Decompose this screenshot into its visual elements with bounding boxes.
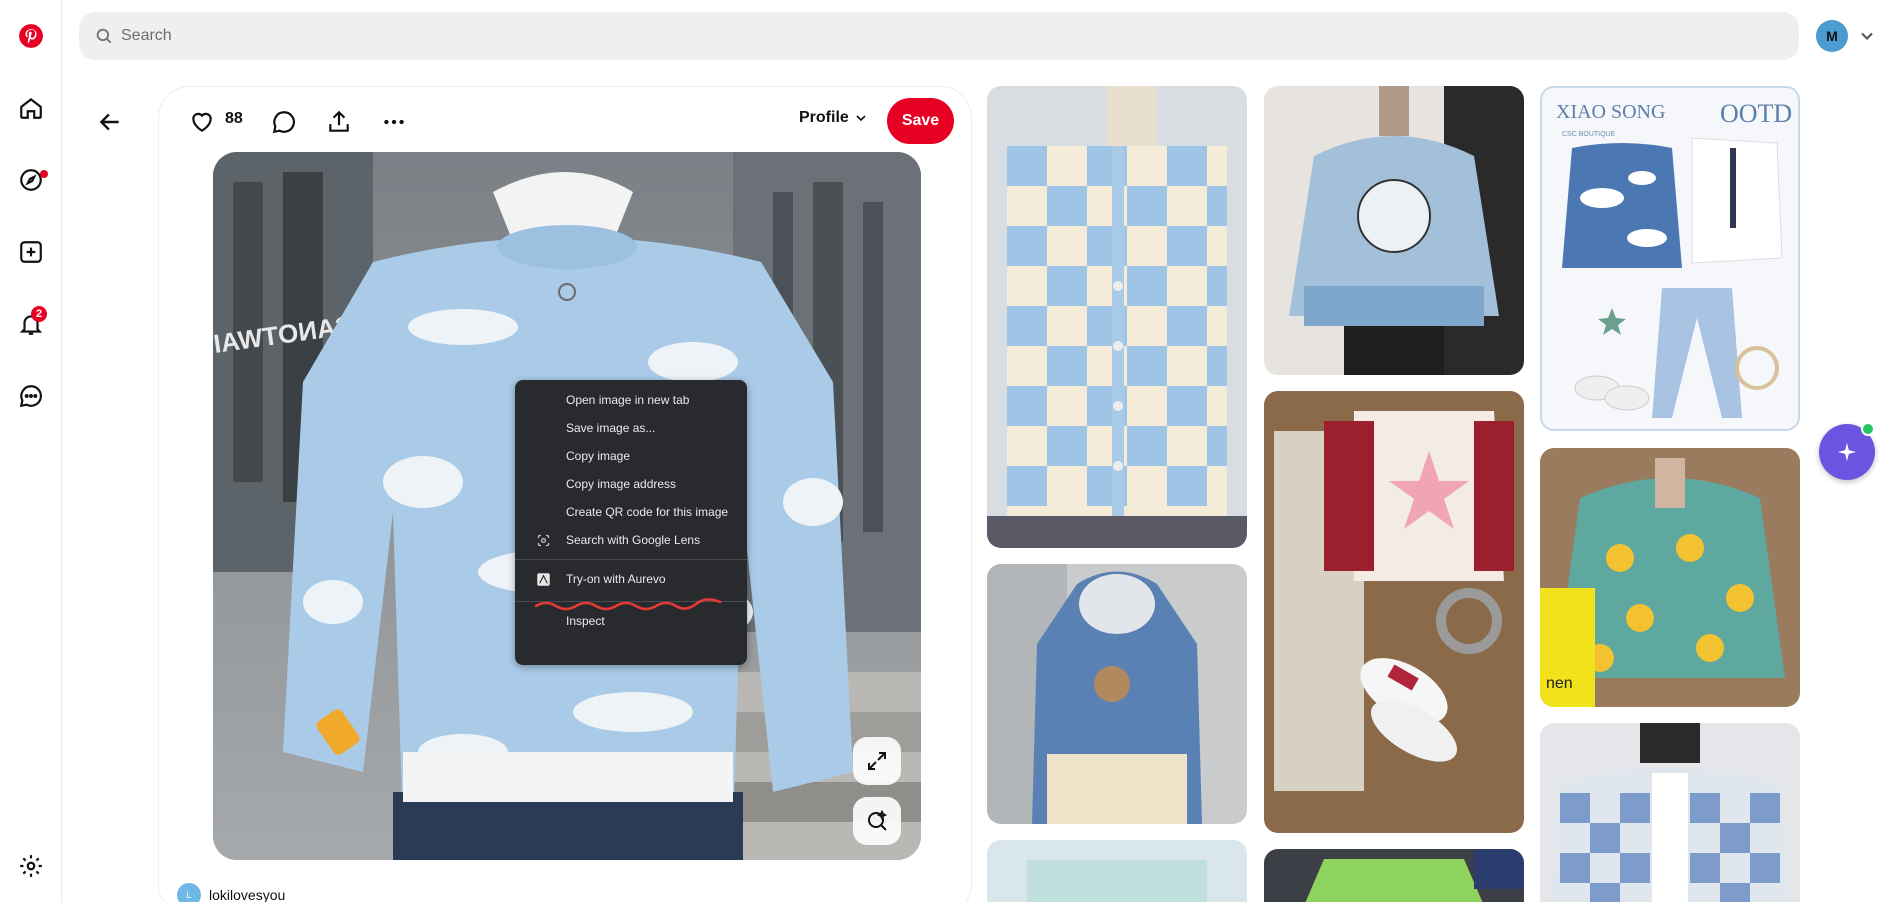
ootd-brand-note: CSC BOUTIQUE bbox=[1562, 131, 1616, 138]
bear-sweater-image bbox=[1264, 86, 1524, 375]
user-avatar[interactable]: M bbox=[1816, 20, 1848, 52]
bag-print-text: nen bbox=[1546, 675, 1573, 692]
left-nav-rail: 2 bbox=[0, 0, 62, 902]
checkered-cardigan-image bbox=[987, 86, 1247, 548]
menu-item-label: Copy image bbox=[566, 449, 631, 463]
flower-sweater-image: nen bbox=[1540, 448, 1800, 707]
pastel-hoodie-image bbox=[987, 840, 1247, 902]
menu-item-label: Save image as... bbox=[566, 421, 656, 435]
menu-item-save-image-as[interactable]: Save image as... bbox=[515, 414, 747, 442]
google-lens-icon bbox=[537, 534, 550, 547]
related-pin-flower-sweater[interactable]: nen bbox=[1540, 448, 1800, 707]
like-count: 88 bbox=[225, 110, 243, 127]
menu-item-inspect[interactable]: Inspect bbox=[515, 607, 747, 635]
home-icon[interactable] bbox=[11, 88, 51, 128]
green-tee-image bbox=[1264, 849, 1524, 902]
pinterest-logo-icon[interactable] bbox=[11, 16, 51, 56]
share-upload-icon[interactable] bbox=[322, 105, 356, 139]
pinterest-pin-page: 2 M 88 bbox=[0, 0, 1901, 902]
menu-separator bbox=[515, 559, 747, 560]
search-input[interactable] bbox=[121, 27, 1721, 45]
notifications-bell-icon[interactable]: 2 bbox=[11, 304, 51, 344]
menu-item-open-image-new-tab[interactable]: Open image in new tab bbox=[515, 386, 747, 414]
related-pin-green-tee[interactable] bbox=[1264, 849, 1524, 902]
back-arrow-icon[interactable] bbox=[93, 105, 127, 139]
related-pin-outfit-flatlay[interactable] bbox=[1264, 391, 1524, 833]
visual-search-lens-icon[interactable] bbox=[853, 797, 901, 845]
author-name[interactable]: lokilovesyou bbox=[209, 887, 285, 902]
ootd-tag-text: OOTD bbox=[1720, 99, 1792, 128]
menu-item-copy-image[interactable]: Copy image bbox=[515, 442, 747, 470]
related-pin-checkered-cardigan[interactable] bbox=[987, 86, 1247, 548]
related-pin-pastel-hoodie[interactable] bbox=[987, 840, 1247, 902]
board-selector-dropdown[interactable]: Profile bbox=[799, 109, 869, 127]
related-pin-checker-cardigan-2[interactable] bbox=[1540, 723, 1800, 902]
notifications-count-badge: 2 bbox=[31, 306, 47, 322]
menu-item-try-on-aurevo[interactable]: Try-on with Aurevo bbox=[515, 565, 747, 593]
menu-item-label: Inspect bbox=[566, 614, 605, 628]
related-pin-blue-hoodie[interactable] bbox=[987, 564, 1247, 824]
related-pin-bear-sweater[interactable] bbox=[1264, 86, 1524, 375]
menu-item-label: Open image in new tab bbox=[566, 393, 690, 407]
online-status-dot bbox=[1861, 422, 1875, 436]
ootd-title-text: XIAO SONG bbox=[1556, 101, 1665, 123]
blue-hoodie-image bbox=[987, 564, 1247, 824]
menu-item-label: Try-on with Aurevo bbox=[566, 572, 666, 586]
menu-item-label: Search with Google Lens bbox=[566, 533, 701, 547]
heart-like-icon[interactable] bbox=[185, 105, 219, 139]
ootd-collage-image: XIAO SONG OOTD CSC BOUTIQUE bbox=[1542, 88, 1798, 429]
menu-item-search-google-lens[interactable]: Search with Google Lens bbox=[515, 526, 747, 554]
checker-cardigan-2-image bbox=[1540, 723, 1800, 902]
pin-author[interactable]: L lokilovesyou bbox=[177, 883, 285, 902]
settings-gear-icon[interactable] bbox=[11, 846, 51, 886]
expand-fullscreen-icon[interactable] bbox=[853, 737, 901, 785]
menu-item-copy-image-address[interactable]: Copy image address bbox=[515, 470, 747, 498]
menu-item-label: Create QR code for this image bbox=[566, 505, 729, 519]
aurevo-extension-icon bbox=[537, 573, 550, 586]
account-chevron-down-icon[interactable] bbox=[1857, 26, 1877, 46]
outfit-flatlay-image bbox=[1264, 391, 1524, 833]
menu-item-create-qr-code[interactable]: Create QR code for this image bbox=[515, 498, 747, 526]
search-icon bbox=[96, 28, 112, 44]
board-selector-label: Profile bbox=[799, 109, 849, 126]
chevron-down-icon bbox=[856, 115, 866, 122]
messages-chat-icon[interactable] bbox=[11, 376, 51, 416]
save-button[interactable]: Save bbox=[887, 98, 954, 144]
create-plus-icon[interactable] bbox=[11, 232, 51, 272]
author-avatar: L bbox=[177, 883, 201, 902]
context-menu: Open image in new tab Save image as... C… bbox=[515, 380, 747, 665]
related-pin-ootd-board[interactable]: XIAO SONG OOTD CSC BOUTIQUE bbox=[1540, 86, 1800, 431]
menu-item-label: Copy image address bbox=[566, 477, 677, 491]
sparkle-icon bbox=[1837, 442, 1857, 462]
search-bar[interactable] bbox=[79, 12, 1799, 60]
pin-toolbar: 88 Profile Save bbox=[99, 87, 971, 149]
more-options-ellipsis-icon[interactable] bbox=[377, 105, 411, 139]
comment-bubble-icon[interactable] bbox=[267, 105, 301, 139]
explore-compass-icon[interactable] bbox=[11, 160, 51, 200]
explore-badge-dot bbox=[40, 170, 48, 178]
